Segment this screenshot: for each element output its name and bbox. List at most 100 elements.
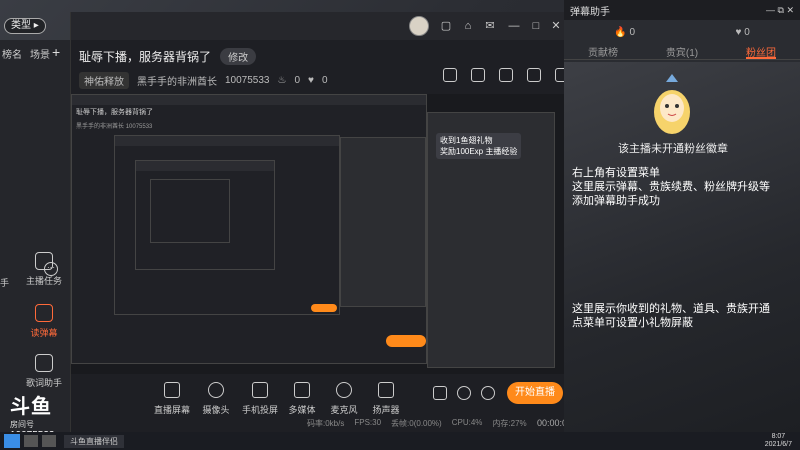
close-button[interactable]: ✕ <box>549 19 563 33</box>
streamer-name: 黑手手的非洲酋长 <box>137 77 217 88</box>
bottom-toolbar: 直播屏幕 摄像头 手机投屏 多媒体 麦克风 扬声器 开始直播 码率:0kb/s … <box>71 374 572 432</box>
panel-header: 弹幕助手 — ⧉ ✕ <box>564 0 800 20</box>
tab-rank[interactable]: 榜名 <box>2 46 22 61</box>
gift-notice: 收到1鱼翅礼物 奖励100Exp 主播经验 <box>436 133 522 159</box>
camera-icon <box>208 382 224 398</box>
sidebar-cut-label: 手 <box>0 278 10 288</box>
nested-window-4 <box>150 179 230 243</box>
lock-icon[interactable] <box>471 68 485 82</box>
edit-title-button[interactable]: 修改 <box>220 48 257 65</box>
nested-room-1: 10075533 <box>125 124 153 130</box>
category-badge[interactable]: 神佑释放 <box>79 72 129 89</box>
nested-window-1: 耻辱下播，服务器背锅了 黑手手的非洲酋长 10075533 <box>71 94 427 364</box>
tool-label: 多媒体 <box>288 405 316 415</box>
mem-status: 内存:27% <box>492 419 527 428</box>
speaker-icon <box>378 382 394 398</box>
shirt-icon[interactable]: ⌂ <box>461 19 475 33</box>
danmaku-icon <box>35 304 53 322</box>
fire-icon: 🔥 0 <box>614 26 636 38</box>
fire-count: 0 <box>629 26 636 38</box>
tool-label: 扬声器 <box>372 405 400 415</box>
panel-message: 这里展示弹幕、贵族续费、粉丝牌升级等 <box>572 181 770 193</box>
sidebar-item-task[interactable]: 主播任务 <box>20 252 68 287</box>
layout-icon[interactable] <box>443 68 457 82</box>
share-screen-icon[interactable] <box>499 68 513 82</box>
system-clock[interactable]: 8:07 2021/6/7 <box>765 433 792 449</box>
heat-icon: ♨ <box>277 75 287 86</box>
tool-label: 摄像头 <box>202 405 230 415</box>
mail-icon[interactable]: ✉ <box>483 19 497 33</box>
bell-icon[interactable] <box>527 68 541 82</box>
panel-tabs: 贡献榜 贵宾(1) 粉丝团 <box>564 44 800 60</box>
camera-button[interactable]: 摄像头 <box>191 382 241 416</box>
panel-title: 弹幕助手 <box>570 6 610 18</box>
nested-start-button <box>386 335 426 347</box>
sidebar-item-lyrics[interactable]: 歌词助手 <box>20 354 68 389</box>
window-titlebar: ▢ ⌂ ✉ — □ ✕ <box>71 12 565 40</box>
gift-notice-title: 收到1鱼翅礼物 <box>440 136 493 145</box>
record-icon[interactable] <box>433 386 447 400</box>
nested-window-2 <box>114 135 340 315</box>
type-tag[interactable]: 类型 ▸ <box>4 18 46 34</box>
no-fan-badge-text: 该主播未开通粉丝徽章 <box>618 142 728 155</box>
heat-count: 0 <box>294 75 301 86</box>
add-scene-button[interactable]: + <box>52 44 60 60</box>
danmaku-assistant-panel: 弹幕助手 — ⧉ ✕ 🔥 0 ♥ 0 贡献榜 贵宾(1) 粉丝团 该主播未开通粉… <box>564 0 800 432</box>
type-tag-label: 类型 <box>11 20 31 31</box>
minimize-button[interactable]: — <box>507 19 521 33</box>
task-icon <box>35 252 53 270</box>
live-preview[interactable]: 耻辱下播，服务器背锅了 黑手手的非洲酋长 10075533 收到1鱼翅礼物 奖励… <box>71 94 565 374</box>
screen-icon <box>164 382 180 398</box>
panel-controls[interactable]: — ⧉ ✕ <box>766 5 794 16</box>
panel-stats: 🔥 0 ♥ 0 <box>564 20 800 44</box>
tab-vip[interactable]: 贵宾(1) <box>666 44 698 59</box>
panel-message: 这里展示你收到的礼物、道具、贵族开通 <box>572 303 770 315</box>
nested-meta-1: 黑手手的非洲酋长 10075533 <box>72 119 426 132</box>
room-label: 房间号 <box>10 420 34 429</box>
panel-body: 该主播未开通粉丝徽章 右上角有设置菜单 这里展示弹幕、贵族续费、粉丝牌升级等 添… <box>564 62 800 432</box>
tab-fan-club[interactable]: 粉丝团 <box>746 44 777 59</box>
mascot-icon <box>654 74 690 134</box>
main-window: ▢ ⌂ ✉ — □ ✕ 耻辱下播，服务器背锅了 修改 神佑释放 黑手手的非洲酋长… <box>70 12 572 432</box>
room-id: 10075533 <box>225 75 270 86</box>
bitrate-status: 码率:0kb/s <box>307 419 345 428</box>
tool-label: 麦克风 <box>330 405 358 415</box>
taskbar: 斗鱼直播伴侣 8:07 2021/6/7 <box>0 432 800 450</box>
media-icon <box>294 382 310 398</box>
tab-scene[interactable]: 场景 <box>30 46 50 61</box>
clock-time: 8:07 <box>771 433 786 440</box>
heart-count: 0 <box>744 26 750 38</box>
window-tools <box>443 68 569 82</box>
profile-icon[interactable]: ▢ <box>439 19 453 33</box>
status-bar: 码率:0kb/s FPS:30 丢帧:0(0.00%) CPU:4% 内存:27… <box>307 418 527 429</box>
taskbar-app-douyu[interactable]: 斗鱼直播伴侣 <box>64 434 124 448</box>
maximize-button[interactable]: □ <box>529 19 543 33</box>
panel-message: 添加弹幕助手成功 <box>572 195 660 207</box>
nested-streamer-1: 黑手手的非洲酋长 <box>76 124 125 130</box>
left-sidebar: 榜名 场景 + ··· 手 主播任务 读弹幕 歌词助手 <box>0 40 70 432</box>
taskview-icon[interactable] <box>42 435 56 447</box>
panel-message: 点菜单可设置小礼物屏蔽 <box>572 317 693 329</box>
tool-label: 直播屏幕 <box>153 405 190 415</box>
panel-message: 右上角有设置菜单 <box>572 167 660 179</box>
start-live-button[interactable]: 开始直播 <box>507 382 563 404</box>
screen-button[interactable]: 直播屏幕 <box>147 382 197 416</box>
nested-right-panel: 收到1鱼翅礼物 奖励100Exp 主播经验 <box>427 112 555 368</box>
clock-date: 2021/6/7 <box>764 441 792 448</box>
like-count: 0 <box>321 75 328 86</box>
windows-start-icon[interactable] <box>4 434 20 448</box>
tab-contribution[interactable]: 贡献榜 <box>588 44 618 59</box>
nested-window-3 <box>135 160 275 270</box>
nested-danmaku-panel <box>340 137 426 307</box>
search-icon[interactable] <box>24 435 38 447</box>
logo-text: 斗鱼 <box>10 396 52 418</box>
tool-label: 手机投屏 <box>241 405 278 415</box>
fps-status: FPS:30 <box>354 418 382 427</box>
avatar[interactable] <box>409 16 429 36</box>
stream-meta-row: 神佑释放 黑手手的非洲酋长 10075533 ♨ 0 ♥ 0 <box>79 72 328 89</box>
cpu-status: CPU:4% <box>451 418 483 427</box>
gear-icon[interactable] <box>481 386 495 400</box>
eye-icon[interactable] <box>457 386 471 400</box>
speaker-button[interactable]: 扬声器 <box>361 382 411 416</box>
sidebar-item-danmaku[interactable]: 读弹幕 <box>20 304 68 339</box>
